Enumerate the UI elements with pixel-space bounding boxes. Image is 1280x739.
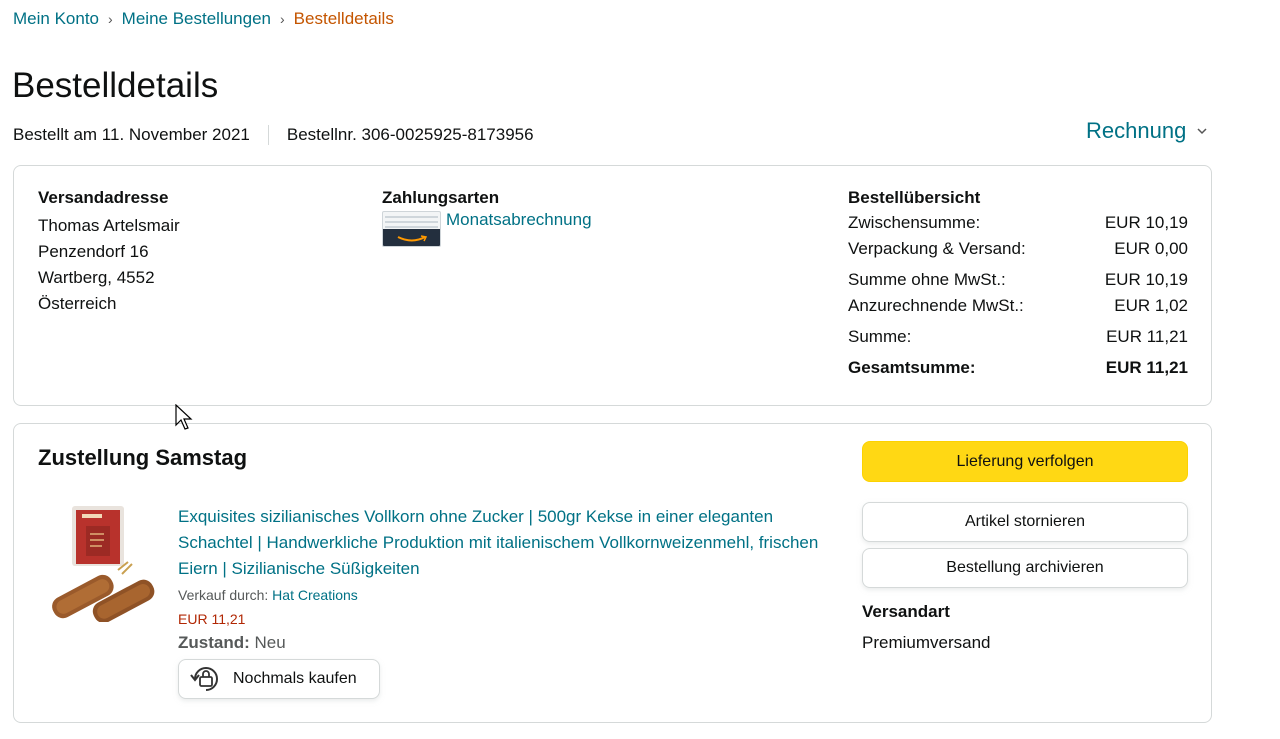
shipping-type-value: Premiumversand [862, 633, 991, 652]
order-info-box: Versandadresse Thomas Artelsmair Penzend… [13, 165, 1212, 406]
breadcrumb-my-orders[interactable]: Meine Bestellungen [122, 9, 271, 29]
sold-by-label: Verkauf durch: [178, 587, 269, 603]
shipping-address: Versandadresse Thomas Artelsmair Penzend… [38, 188, 180, 317]
breadcrumb: Mein Konto › Meine Bestellungen › Bestel… [13, 9, 394, 29]
address-line: Penzendorf 16 [38, 242, 149, 261]
summary-value: EUR 10,19 [1104, 270, 1188, 289]
shipping-type: Versandart Premiumversand [862, 602, 991, 653]
summary-label: Zwischensumme: [848, 213, 981, 232]
archive-order-label: Bestellung archivieren [946, 559, 1104, 576]
address-line: Österreich [38, 294, 117, 313]
product-info: Exquisites sizilianisches Vollkorn ohne … [178, 504, 838, 653]
address-line: Wartberg, 4552 [38, 268, 155, 287]
payment-title: Zahlungsarten [382, 188, 500, 207]
delivery-title: Zustellung Samstag [38, 445, 248, 470]
breadcrumb-my-account[interactable]: Mein Konto [13, 9, 99, 29]
buy-again-button[interactable]: Nochmals kaufen [178, 659, 380, 699]
buy-again-icon [190, 667, 218, 691]
track-package-button[interactable]: Lieferung verfolgen [862, 441, 1188, 482]
product-price: EUR 11,21 [178, 611, 246, 627]
address-line: Thomas Artelsmair [38, 216, 180, 235]
payment-methods: Zahlungsarten Monatsabrechnung [382, 188, 592, 247]
summary-row-shipping: Verpackung & Versand: EUR 0,00 [848, 236, 1188, 262]
condition-label: Zustand: [178, 633, 250, 652]
summary-row-sum: Summe: EUR 11,21 [848, 324, 1188, 350]
seller-link[interactable]: Hat Creations [272, 587, 358, 603]
summary-total-label: Gesamtsumme: [848, 358, 976, 377]
invoice-label: Rechnung [1086, 118, 1187, 143]
cancel-items-button[interactable]: Artikel stornieren [862, 502, 1188, 542]
sold-by: Verkauf durch: Hat Creations [178, 586, 838, 604]
product-condition: Zustand: Neu [178, 633, 838, 653]
shipping-type-title: Versandart [862, 602, 950, 621]
page-title: Bestelldetails [12, 66, 219, 105]
product-image[interactable] [46, 504, 160, 622]
summary-row-subtotal: Zwischensumme: EUR 10,19 [848, 210, 1188, 236]
summary-value: EUR 11,21 [1106, 327, 1188, 346]
meta-divider [267, 125, 269, 145]
summary-label: Summe ohne MwSt.: [848, 270, 1006, 289]
chevron-down-icon [1197, 128, 1207, 135]
order-number: Bestellnr. 306-0025925-8173956 [286, 125, 534, 144]
summary-label: Anzurechnende MwSt.: [848, 296, 1024, 315]
mouse-cursor-icon [175, 404, 193, 430]
breadcrumb-separator: › [108, 11, 113, 27]
payment-method-link[interactable]: Monatsabrechnung [446, 210, 592, 230]
summary-row-vat: Anzurechnende MwSt.: EUR 1,02 [848, 293, 1188, 319]
summary-row-net: Summe ohne MwSt.: EUR 10,19 [848, 267, 1188, 293]
summary-title: Bestellübersicht [848, 188, 981, 207]
summary-total-value: EUR 11,21 [1105, 358, 1188, 377]
order-summary: Bestellübersicht Zwischensumme: EUR 10,1… [848, 188, 1188, 381]
summary-row-total: Gesamtsumme: EUR 11,21 [848, 355, 1188, 381]
invoice-dropdown[interactable]: Rechnung [1086, 118, 1208, 144]
summary-label: Verpackung & Versand: [848, 239, 1026, 258]
summary-value: EUR 1,02 [1114, 296, 1188, 315]
cancel-items-label: Artikel stornieren [964, 513, 1086, 530]
summary-value: EUR 0,00 [1114, 239, 1188, 258]
breadcrumb-separator: › [280, 11, 285, 27]
order-meta: Bestellt am 11. November 2021 Bestellnr.… [13, 125, 534, 145]
archive-order-button[interactable]: Bestellung archivieren [862, 548, 1188, 588]
order-date: Bestellt am 11. November 2021 [13, 125, 250, 144]
delivery-box: Zustellung Samstag Exquisites sizilianis… [13, 423, 1212, 723]
buy-again-label: Nochmals kaufen [233, 670, 357, 687]
product-title-link[interactable]: Exquisites sizilianisches Vollkorn ohne … [178, 504, 838, 582]
breadcrumb-current: Bestelldetails [293, 9, 394, 28]
track-package-label: Lieferung verfolgen [956, 452, 1094, 470]
shipping-address-title: Versandadresse [38, 188, 169, 207]
condition-value: Neu [254, 633, 286, 652]
amazon-card-icon [382, 211, 441, 247]
summary-label: Summe: [848, 327, 912, 346]
summary-value: EUR 10,19 [1104, 213, 1188, 232]
